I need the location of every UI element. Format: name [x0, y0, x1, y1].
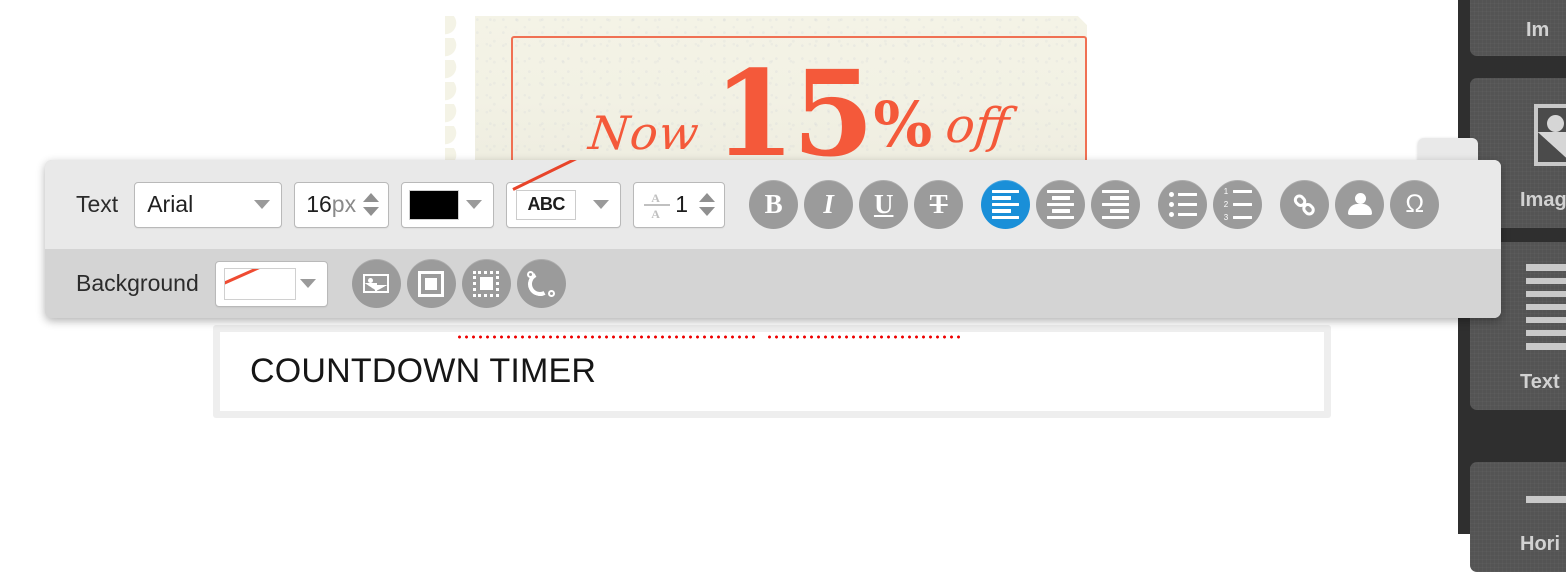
strikethrough-icon: T: [929, 189, 948, 219]
align-center-icon: [1047, 189, 1075, 220]
frame-icon: [418, 270, 445, 297]
coupon-off-text: off: [943, 98, 1013, 154]
numbered-list-button[interactable]: 1 2 3: [1213, 180, 1263, 229]
widget-card-label: Hori: [1520, 533, 1560, 555]
transparent-color-swatch: [223, 267, 296, 300]
bold-icon: B: [764, 189, 783, 219]
font-size-spinner[interactable]: [363, 193, 380, 216]
bullet-list-button[interactable]: [1158, 180, 1208, 229]
underline-button[interactable]: U: [859, 180, 909, 229]
spellcheck-slash: [512, 160, 581, 191]
align-left-button[interactable]: [981, 180, 1031, 229]
line-height-spinner[interactable]: [699, 193, 716, 216]
chevron-down-icon: [299, 279, 316, 288]
insert-link-button[interactable]: [1280, 180, 1330, 229]
spellcheck-off-icon: ABC: [512, 160, 581, 220]
spinner-up-icon[interactable]: [363, 193, 380, 202]
chevron-down-icon: [254, 200, 271, 209]
chevron-down-icon: [466, 200, 483, 209]
corner-radius-button[interactable]: [516, 259, 566, 308]
spellcheck-abc-label: ABC: [527, 194, 565, 214]
coupon-image-widget[interactable]: Now 15 % off: [445, 0, 1117, 166]
font-family-select[interactable]: Arial: [134, 181, 283, 228]
line-height-stepper[interactable]: AA 1: [633, 181, 726, 228]
font-color-swatch: [409, 189, 460, 220]
background-color-select[interactable]: [214, 260, 328, 307]
spinner-up-icon[interactable]: [699, 193, 716, 202]
coupon-scalloped-edge: [445, 16, 479, 166]
text-format-toolbar: Text Arial 16 px ABC AA 1 B I U T 1 2 3 …: [45, 160, 1501, 318]
link-icon: [1285, 185, 1325, 225]
padding-button[interactable]: [461, 259, 511, 308]
bullet-list-icon: [1168, 192, 1197, 217]
anchor-button[interactable]: [1335, 180, 1385, 229]
coupon-headline: Now 15 % off: [521, 40, 1077, 166]
curve-icon: [527, 271, 555, 297]
font-size-stepper[interactable]: 16 px: [294, 181, 390, 228]
align-center-button[interactable]: [1036, 180, 1086, 229]
text-lines-icon: [1526, 264, 1566, 357]
bold-button[interactable]: B: [749, 180, 799, 229]
omega-icon: Ω: [1405, 190, 1425, 218]
spellcheck-select[interactable]: ABC: [506, 160, 622, 228]
coupon-percent-sign: %: [873, 88, 933, 161]
image-icon: [1534, 104, 1566, 166]
line-height-value: 1: [675, 191, 689, 217]
spinner-down-icon[interactable]: [363, 207, 380, 216]
widget-card-label: Text &: [1520, 371, 1566, 393]
background-row-label: Background: [76, 270, 199, 296]
italic-icon: I: [823, 189, 834, 219]
text-row-label: Text: [76, 191, 119, 217]
coupon-discount-number: 15: [713, 44, 874, 166]
coupon-now-text: Now: [585, 106, 702, 160]
font-family-value: Arial: [147, 191, 194, 217]
border-button[interactable]: [406, 259, 456, 308]
text-widget-editable-area[interactable]: COUNTDOWN TIMER: [220, 332, 1324, 411]
toolbar-text-row: Text Arial 16 px ABC AA 1 B I U T 1 2 3 …: [45, 160, 1501, 249]
special-character-button[interactable]: Ω: [1390, 180, 1440, 229]
font-size-value: 16: [306, 191, 332, 217]
font-color-select[interactable]: [401, 181, 495, 228]
spinner-down-icon[interactable]: [699, 207, 716, 216]
padding-icon: [473, 270, 500, 297]
countdown-timer-text[interactable]: COUNTDOWN TIMER: [250, 352, 596, 391]
numbered-list-icon: 1 2 3: [1224, 187, 1252, 222]
image-icon: [363, 274, 390, 293]
text-widget[interactable]: COUNTDOWN TIMER: [213, 325, 1331, 418]
chevron-down-icon: [593, 200, 610, 209]
strikethrough-button[interactable]: T: [914, 180, 964, 229]
sidebar-widget-card-horizontal-line[interactable]: Hori: [1470, 462, 1566, 572]
line-height-icon: AA: [644, 190, 671, 220]
widget-card-label: Im: [1526, 19, 1550, 41]
person-icon: [1347, 192, 1372, 217]
italic-button[interactable]: I: [804, 180, 854, 229]
underline-icon: U: [873, 189, 894, 219]
align-right-button[interactable]: [1091, 180, 1141, 229]
sidebar-widget-card[interactable]: Im: [1470, 0, 1566, 56]
align-right-icon: [1102, 189, 1130, 220]
spellcheck-underline: [456, 335, 756, 339]
background-image-button[interactable]: [351, 259, 401, 308]
spellcheck-underline: [766, 335, 964, 339]
font-size-unit: px: [331, 191, 357, 217]
toolbar-background-row: Background: [45, 249, 1501, 318]
horizontal-line-icon: [1526, 496, 1566, 503]
align-left-icon: [992, 189, 1020, 220]
